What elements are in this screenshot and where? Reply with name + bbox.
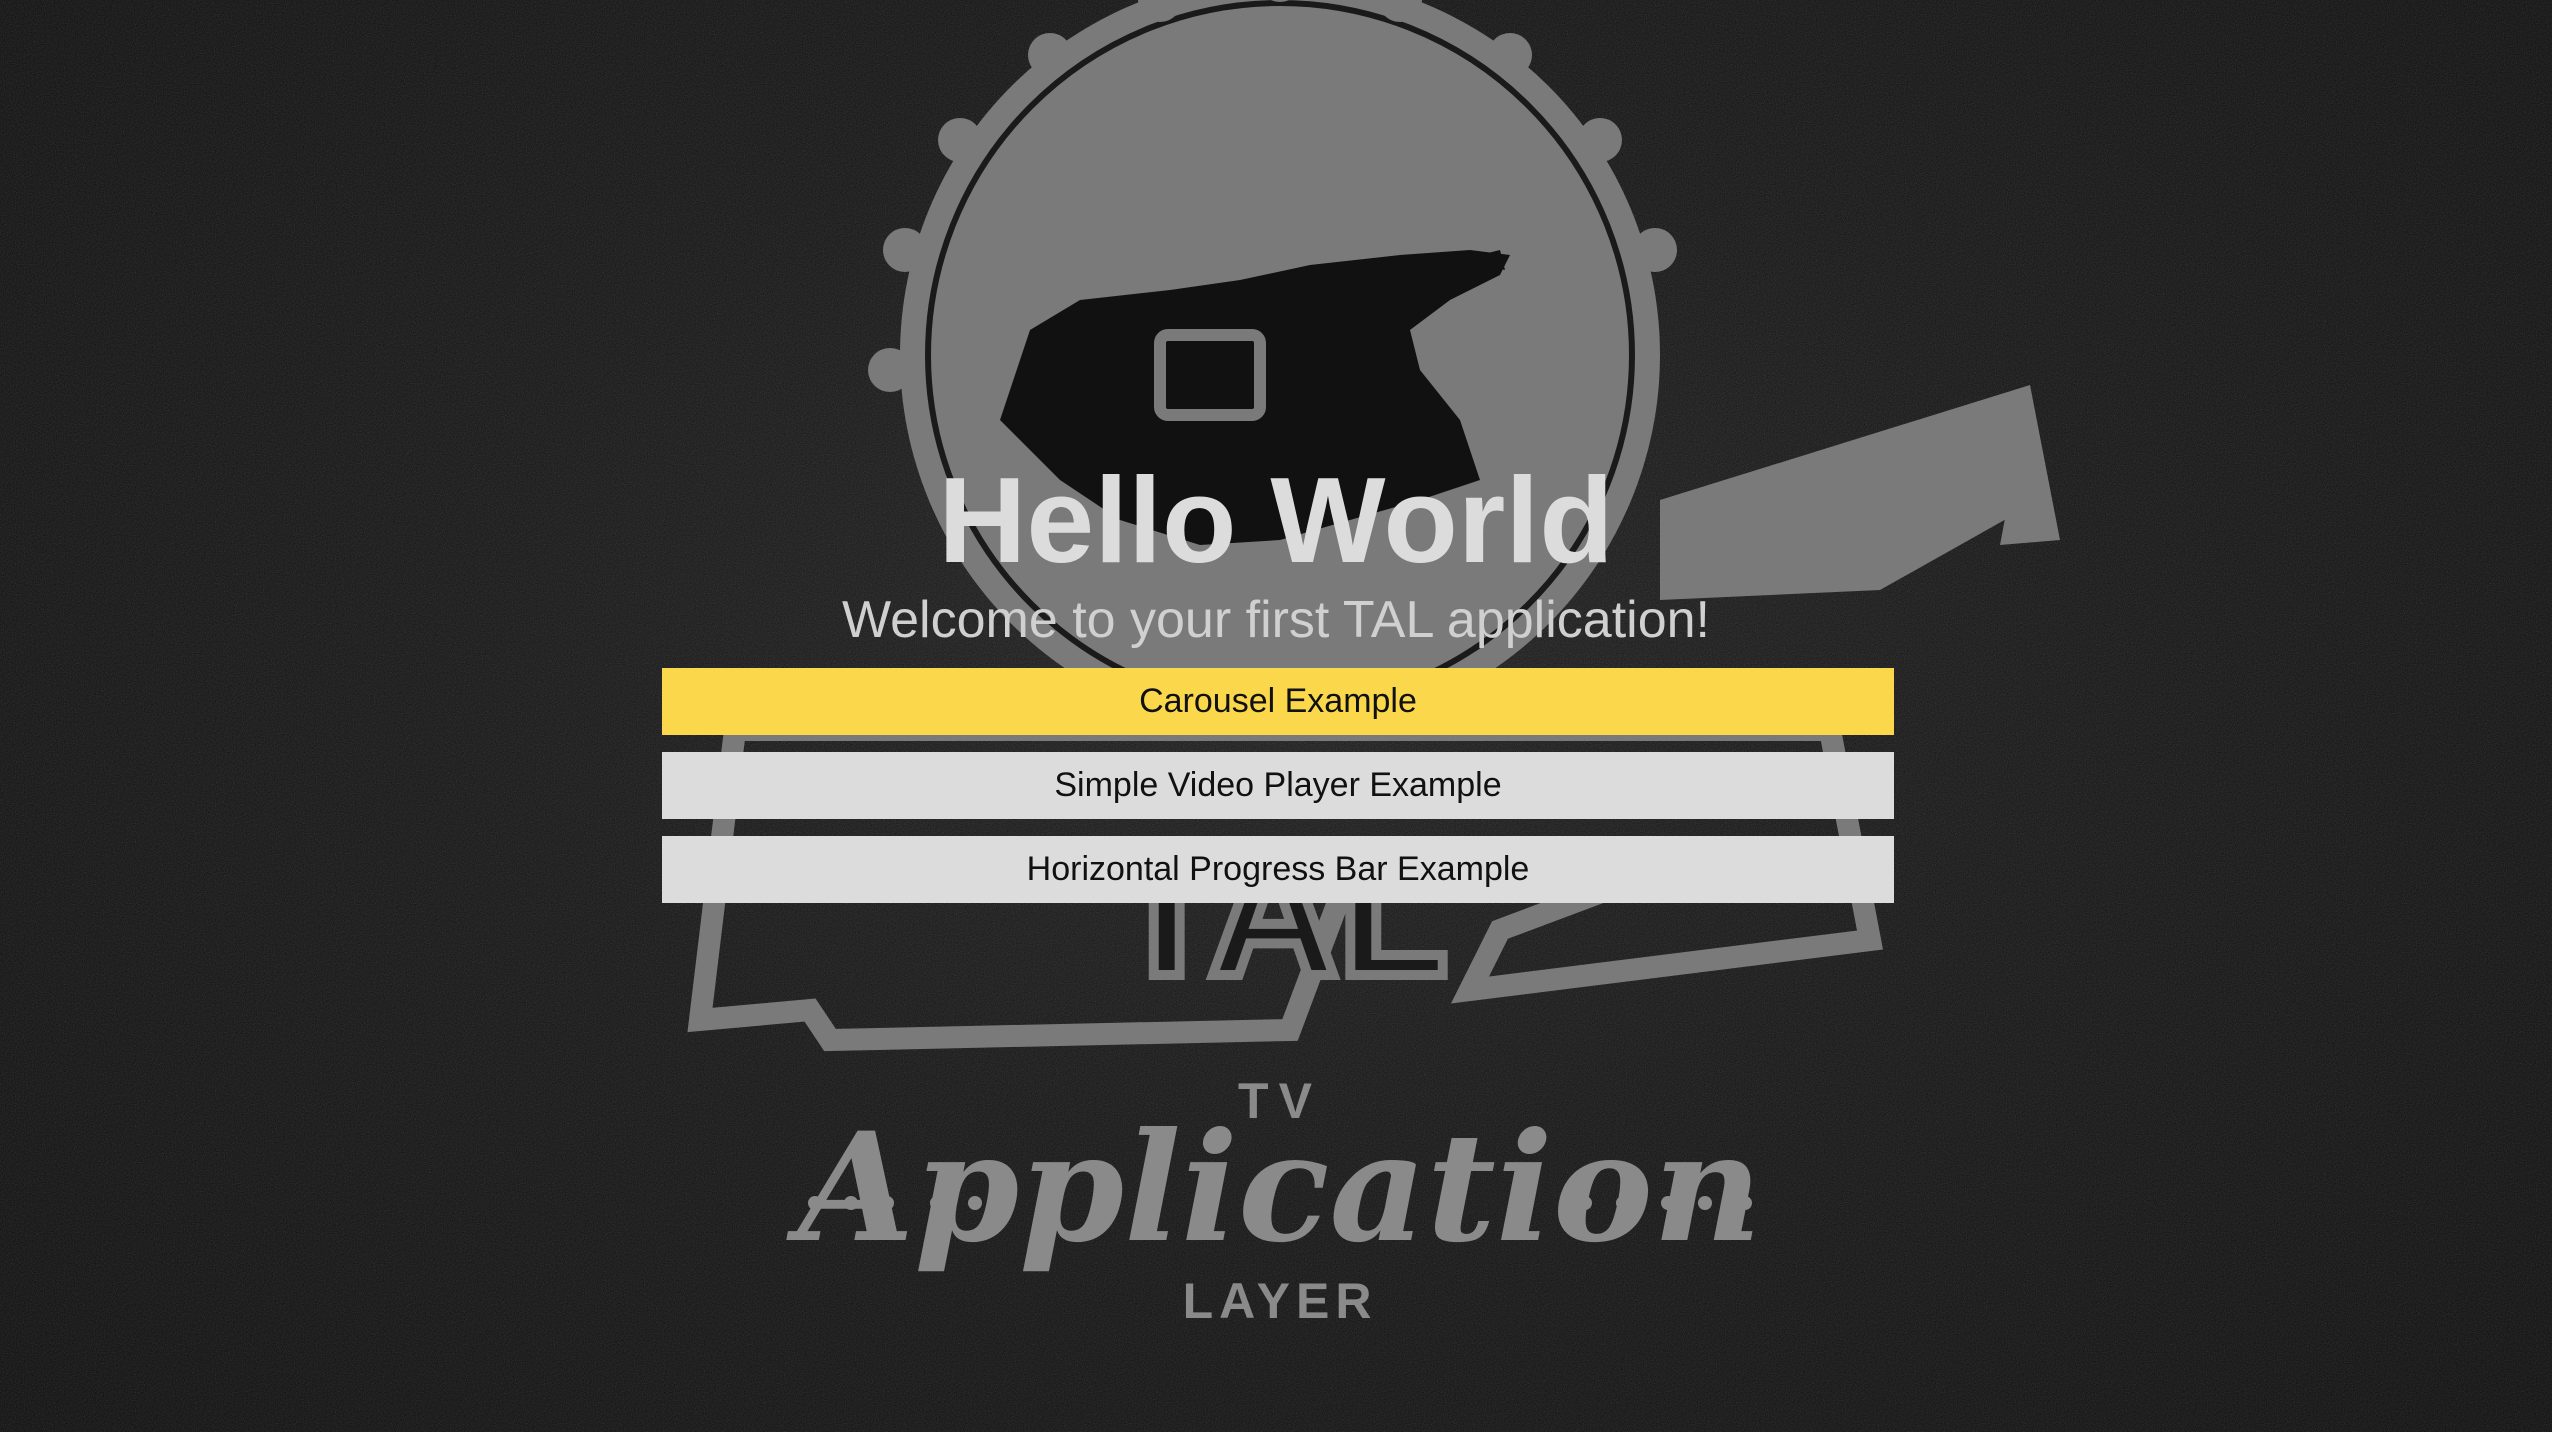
- simple-video-player-example-button[interactable]: Simple Video Player Example: [662, 752, 1894, 819]
- application-logo-text: Application: [786, 1100, 1762, 1276]
- layer-logo-text: LAYER: [1183, 1273, 1378, 1329]
- horizontal-progress-bar-example-button[interactable]: Horizontal Progress Bar Example: [662, 836, 1894, 903]
- page-subtitle: Welcome to your first TAL application!: [841, 591, 1710, 649]
- app-screen: TAL TV Application LAYER Hello World Wel…: [0, 0, 2552, 1432]
- carousel-example-button[interactable]: Carousel Example: [662, 668, 1894, 735]
- page-title: Hello World: [938, 452, 1614, 588]
- example-menu: Carousel Example Simple Video Player Exa…: [662, 668, 1894, 920]
